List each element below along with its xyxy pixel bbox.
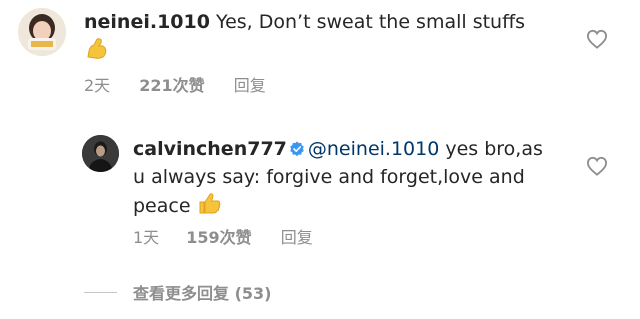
comment-time[interactable]: 2天 xyxy=(84,72,110,96)
comment-time[interactable]: 1天 xyxy=(133,224,159,248)
thumbs-up-icon xyxy=(197,190,223,223)
comment-meta: 2天 221次赞 回复 xyxy=(84,72,266,96)
like-heart-icon[interactable] xyxy=(586,29,608,49)
view-more-replies-button[interactable]: 查看更多回复 (53) xyxy=(133,280,271,304)
comment-username[interactable]: neinei.1010 xyxy=(84,11,210,33)
divider-line xyxy=(84,292,117,293)
comment-meta: 1天 159次赞 回复 xyxy=(133,224,313,248)
comment-likes[interactable]: 221次赞 xyxy=(139,72,204,96)
comment-text: Yes, Don’t sweat the small stuffs xyxy=(209,11,526,33)
comment-body: neinei.1010 Yes, Don’t sweat the small s… xyxy=(84,9,564,68)
comment-thread: neinei.1010 Yes, Don’t sweat the small s… xyxy=(0,0,640,319)
avatar[interactable] xyxy=(18,8,66,56)
comment-username[interactable]: calvinchen777 xyxy=(133,138,287,160)
avatar[interactable] xyxy=(82,135,119,172)
comment-body: calvinchen777 @neinei.1010 yes bro,as u … xyxy=(133,136,553,223)
like-heart-icon[interactable] xyxy=(586,156,608,176)
comment-likes[interactable]: 159次赞 xyxy=(186,224,251,248)
mention-link[interactable]: @neinei.1010 xyxy=(308,138,439,160)
flexed-biceps-icon xyxy=(84,35,110,68)
reply-button[interactable]: 回复 xyxy=(281,224,313,248)
verified-badge-icon xyxy=(289,138,305,164)
reply-button[interactable]: 回复 xyxy=(234,72,266,96)
